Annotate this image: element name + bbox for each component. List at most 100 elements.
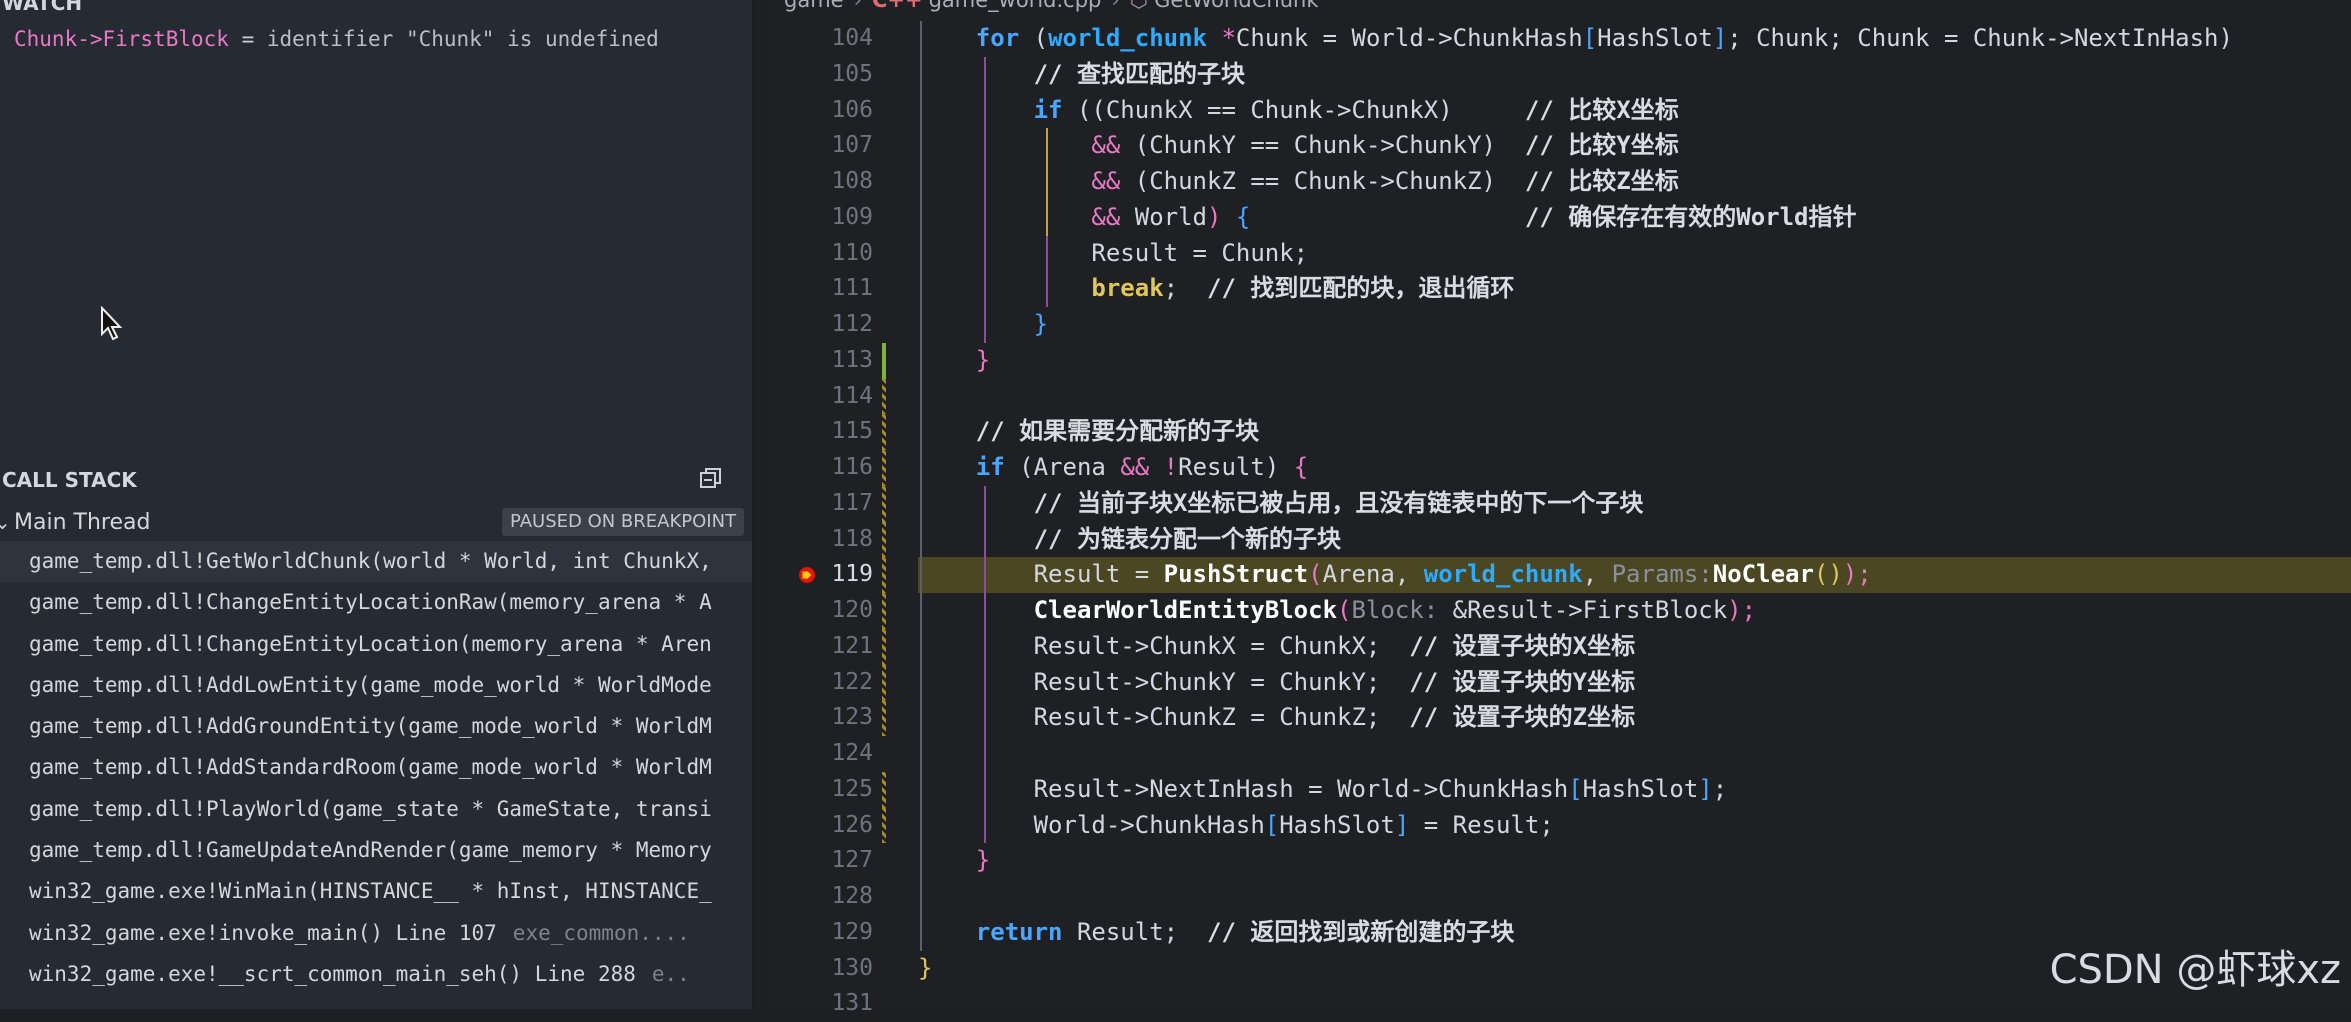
breadcrumb-folder[interactable]: game bbox=[784, 0, 844, 12]
code-line[interactable]: 126 World->ChunkHash[HashSlot] = Result; bbox=[768, 807, 2351, 844]
line-number: 108 bbox=[831, 168, 873, 194]
call-stack-section-header[interactable]: CALL STACK bbox=[0, 465, 137, 495]
indent-guide bbox=[984, 736, 986, 772]
git-modified-marker[interactable] bbox=[882, 342, 886, 379]
breadcrumb-file[interactable]: game_world.cpp bbox=[929, 0, 1102, 12]
stack-frame[interactable]: game_temp.dll!PlayWorld(game_state * Gam… bbox=[0, 789, 752, 830]
code-line[interactable]: 110 Result = Chunk; bbox=[768, 235, 2351, 272]
line-number: 105 bbox=[831, 60, 873, 87]
code-line[interactable]: 114 bbox=[768, 378, 2351, 415]
code-line[interactable]: 113 } bbox=[768, 342, 2351, 379]
stack-frame[interactable]: win32_game.exe!invoke_main() Line 107 exe… bbox=[0, 913, 752, 954]
stack-frame[interactable]: game_temp.dll!AddLowEntity(game_mode_wor… bbox=[0, 665, 752, 706]
git-changed-marker[interactable] bbox=[882, 593, 886, 629]
stack-frame-source: exe_common.... bbox=[512, 920, 690, 945]
mouse-pointer-icon bbox=[101, 306, 123, 341]
code-line[interactable]: 105 // 查找匹配的子块 bbox=[768, 56, 2351, 93]
chevron-down-icon[interactable]: ⌄ bbox=[0, 510, 11, 534]
git-changed-marker[interactable] bbox=[882, 771, 886, 808]
git-changed-marker[interactable] bbox=[882, 450, 886, 486]
git-changed-marker[interactable] bbox=[882, 378, 886, 415]
thread-row-main[interactable]: ⌄ Main Thread PAUSED ON BREAKPOINT bbox=[0, 506, 745, 540]
stack-frame[interactable]: game_temp.dll!GetWorldChunk(world * Worl… bbox=[0, 541, 752, 583]
stack-frame-label: game_temp.dll!AddStandardRoom(game_mode_… bbox=[29, 755, 712, 780]
line-number: 127 bbox=[831, 847, 873, 874]
code-text: for (world_chunk *Chunk = World->ChunkHa… bbox=[975, 24, 2233, 52]
stack-frame[interactable]: game_temp.dll!ChangeEntityLocation(memor… bbox=[0, 624, 752, 665]
line-number: 107 bbox=[831, 132, 873, 159]
current-execution-line[interactable]: 119 Result = PushStruct(Arena, world_chu… bbox=[768, 557, 2351, 593]
code-text: Result->ChunkY = ChunkY; // 设置子块的Y坐标 bbox=[1033, 667, 1636, 696]
code-text: return Result; // 返回找到或新创建的子块 bbox=[975, 917, 1515, 946]
line-number: 118 bbox=[831, 525, 873, 552]
code-text: // 当前子块X坐标已被占用，且没有链表中的下一个子块 bbox=[1033, 488, 1644, 517]
code-line[interactable]: 115 // 如果需要分配新的子块 bbox=[768, 414, 2351, 450]
line-number: 126 bbox=[831, 811, 873, 838]
code-line[interactable]: 128 bbox=[768, 879, 2351, 915]
code-editor[interactable]: game › C++ game_world.cpp › ⬡ GetWorldChunk 10… bbox=[768, 0, 2351, 1016]
code-text: } bbox=[975, 846, 991, 875]
stack-frame-label: game_temp.dll!GameUpdateAndRender(game_m… bbox=[29, 838, 712, 863]
stack-frame[interactable]: win32_game.exe!WinMain(HINSTANCE__ * hIn… bbox=[0, 871, 752, 912]
code-line[interactable]: 116 if (Arena && !Result) { bbox=[768, 450, 2351, 486]
stack-frame[interactable]: game_temp.dll!AddGroundEntity(game_mode_… bbox=[0, 706, 752, 747]
code-text: if ((ChunkX == Chunk->ChunkX) // 比较X坐标 bbox=[1033, 95, 1679, 124]
line-number: 116 bbox=[831, 454, 873, 480]
code-text: } bbox=[1033, 310, 1049, 338]
stack-frame[interactable]: game_temp.dll!ChangeEntityLocationRaw(me… bbox=[0, 582, 752, 623]
git-changed-marker[interactable] bbox=[882, 414, 886, 450]
breakpoint-current-icon[interactable] bbox=[798, 566, 816, 584]
code-lines: 104 for (world_chunk *Chunk = World->Chu… bbox=[768, 21, 2351, 1022]
stack-frame-label: game_temp.dll!ChangeEntityLocation(memor… bbox=[29, 631, 712, 656]
line-number: 112 bbox=[831, 311, 873, 337]
code-line[interactable]: 106 if ((ChunkX == Chunk->ChunkX) // 比较X… bbox=[768, 92, 2351, 129]
watch-expression-value: identifier "Chunk" is undefined bbox=[266, 27, 659, 51]
chevron-right-icon: › bbox=[853, 0, 862, 12]
breadcrumb: game › C++ game_world.cpp › ⬡ GetWorldChunk bbox=[784, 0, 1319, 12]
code-line[interactable]: 124 bbox=[768, 736, 2351, 772]
code-line[interactable]: 109 && World) { // 确保存在有效的World指针 bbox=[768, 199, 2351, 236]
line-number: 117 bbox=[831, 489, 873, 516]
git-changed-marker[interactable] bbox=[882, 628, 886, 665]
chevron-right-icon: › bbox=[1111, 0, 1120, 12]
code-line[interactable]: 122 Result->ChunkY = ChunkY; // 设置子块的Y坐标 bbox=[768, 664, 2351, 701]
git-changed-marker[interactable] bbox=[882, 664, 886, 701]
watch-expression-row[interactable]: Chunk->FirstBlock = identifier "Chunk" i… bbox=[14, 27, 659, 51]
stack-frame-source: e.. bbox=[651, 961, 690, 986]
code-text: ClearWorldEntityBlock(Block: &Result->Fi… bbox=[1033, 596, 1757, 624]
code-line[interactable]: 107 && (ChunkY == Chunk->ChunkY) // 比较Y坐… bbox=[768, 128, 2351, 164]
git-changed-marker[interactable] bbox=[882, 807, 886, 844]
stack-frame-label: game_temp.dll!ChangeEntityLocationRaw(me… bbox=[29, 590, 712, 615]
code-line[interactable]: 108 && (ChunkZ == Chunk->ChunkZ) // 比较Z坐… bbox=[768, 164, 2351, 200]
code-line[interactable]: 127 } bbox=[768, 843, 2351, 879]
git-changed-marker[interactable] bbox=[882, 485, 886, 522]
code-line[interactable]: 118 // 为链表分配一个新的子块 bbox=[768, 521, 2351, 558]
git-changed-marker[interactable] bbox=[882, 700, 886, 736]
stack-frame-label: win32_game.exe!__scrt_common_main_seh() … bbox=[29, 961, 636, 986]
code-text: && (ChunkY == Chunk->ChunkY) // 比较Y坐标 bbox=[1091, 131, 1679, 160]
git-changed-marker[interactable] bbox=[882, 521, 886, 558]
line-number: 110 bbox=[831, 239, 873, 266]
code-line[interactable]: 120 ClearWorldEntityBlock(Block: &Result… bbox=[768, 593, 2351, 629]
code-line[interactable]: 112 } bbox=[768, 307, 2351, 343]
code-line[interactable]: 123 Result->ChunkZ = ChunkZ; // 设置子块的Z坐标 bbox=[768, 700, 2351, 736]
code-text: // 为链表分配一个新的子块 bbox=[1033, 524, 1341, 553]
code-line[interactable]: 104 for (world_chunk *Chunk = World->Chu… bbox=[768, 21, 2351, 57]
code-line[interactable]: 111 break; // 找到匹配的块，退出循环 bbox=[768, 271, 2351, 307]
line-number: 124 bbox=[831, 740, 873, 766]
breadcrumb-symbol[interactable]: GetWorldChunk bbox=[1154, 0, 1318, 12]
code-line[interactable]: 125 Result->NextInHash = World->ChunkHas… bbox=[768, 771, 2351, 808]
line-number: 121 bbox=[831, 632, 873, 659]
code-line[interactable]: 117 // 当前子块X坐标已被占用，且没有链表中的下一个子块 bbox=[768, 485, 2351, 522]
stack-frame-label: game_temp.dll!GetWorldChunk(world * Worl… bbox=[29, 549, 712, 573]
git-changed-marker[interactable] bbox=[882, 557, 886, 593]
line-number: 123 bbox=[831, 704, 873, 731]
indent-guide bbox=[920, 879, 922, 915]
stack-frame[interactable]: win32_game.exe!__scrt_common_main_seh() … bbox=[0, 954, 752, 995]
line-number: 130 bbox=[831, 954, 873, 981]
watch-section-header[interactable]: WATCH bbox=[0, 0, 82, 18]
stack-frame[interactable]: game_temp.dll!GameUpdateAndRender(game_m… bbox=[0, 830, 752, 871]
code-line[interactable]: 121 Result->ChunkX = ChunkX; // 设置子块的X坐标 bbox=[768, 628, 2351, 665]
stack-frame[interactable]: game_temp.dll!AddStandardRoom(game_mode_… bbox=[0, 747, 752, 788]
collapse-all-icon[interactable] bbox=[698, 466, 724, 492]
